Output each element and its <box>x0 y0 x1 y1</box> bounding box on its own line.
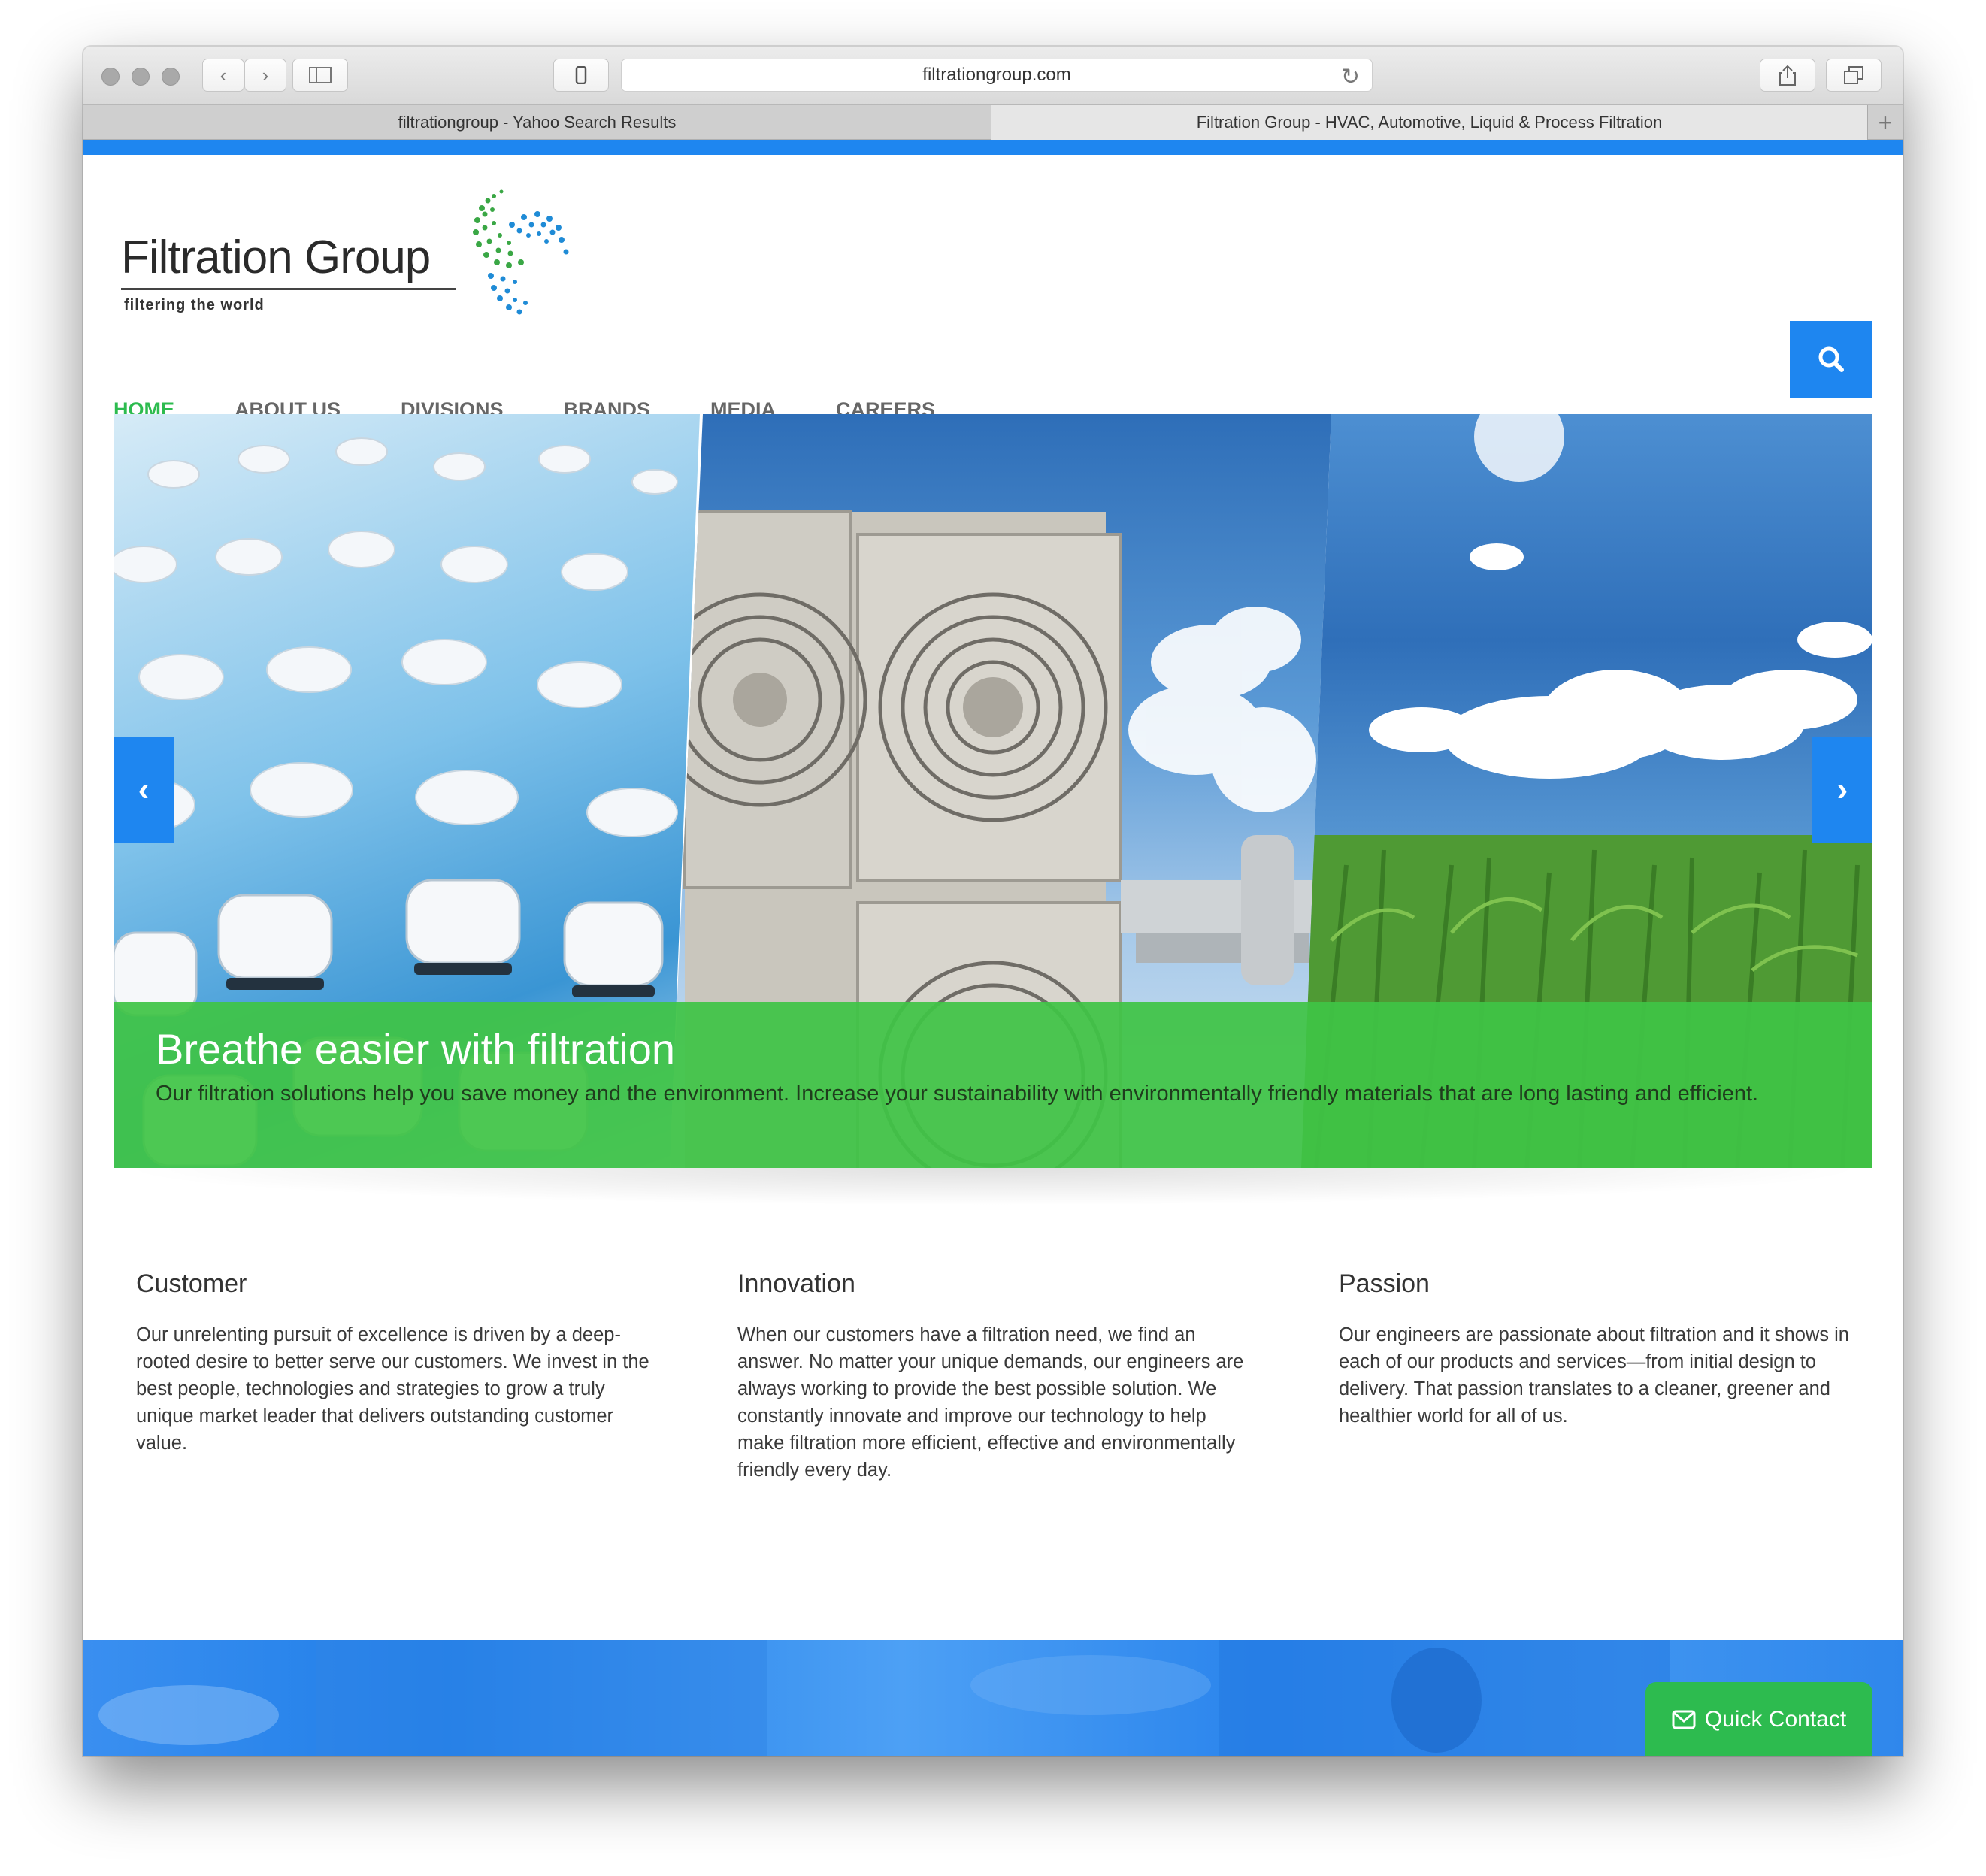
reload-icon[interactable]: ↻ <box>1341 64 1360 90</box>
feature-passion: Passion Our engineers are passionate abo… <box>1339 1269 1857 1430</box>
feature-title: Innovation <box>737 1269 855 1298</box>
zoom-window-button[interactable] <box>162 68 180 86</box>
browser-window: ‹ › filtrationgroup.com ↻ filtrationgrou… <box>83 47 1903 1756</box>
slider-prev-button[interactable]: ‹ <box>114 737 174 843</box>
feature-title: Passion <box>1339 1269 1430 1298</box>
chevron-right-icon: › <box>1836 771 1848 808</box>
sidebar-button[interactable] <box>292 59 348 92</box>
share-icon <box>1779 65 1796 86</box>
feature-text: When our customers have a filtration nee… <box>737 1324 1244 1481</box>
quick-contact-label: Quick Contact <box>1704 1707 1847 1732</box>
feature-text: Our engineers are passionate about filtr… <box>1339 1324 1849 1427</box>
hero-text: Our filtration solutions help you save m… <box>156 1082 1759 1106</box>
tab-filtration-group[interactable]: Filtration Group - HVAC, Automotive, Liq… <box>991 105 1868 140</box>
slider-next-button[interactable]: › <box>1812 737 1872 843</box>
site-logo[interactable]: Filtration Group filtering the world <box>121 178 610 328</box>
search-icon <box>1818 346 1844 372</box>
hero-shadow <box>114 1168 1872 1206</box>
feature-innovation: Innovation When our customers have a fil… <box>737 1269 1256 1484</box>
new-tab-button[interactable]: + <box>1868 105 1903 140</box>
logo-swirl-icon <box>473 189 569 315</box>
hero-title: Breathe easier with filtration <box>156 1025 676 1073</box>
tabs-icon <box>1844 66 1863 84</box>
tab-bar: filtrationgroup - Yahoo Search Results F… <box>83 105 1903 140</box>
device-icon <box>575 66 587 84</box>
quick-contact-button[interactable]: Quick Contact <box>1645 1682 1872 1756</box>
tab-yahoo-search[interactable]: filtrationgroup - Yahoo Search Results <box>83 105 991 140</box>
share-button[interactable] <box>1760 59 1815 92</box>
address-bar[interactable]: filtrationgroup.com ↻ <box>621 59 1373 92</box>
feature-customer: Customer Our unrelenting pursuit of exce… <box>136 1269 655 1457</box>
reader-button[interactable] <box>553 59 609 92</box>
search-button[interactable] <box>1790 321 1872 398</box>
feature-text: Our unrelenting pursuit of excellence is… <box>136 1324 649 1454</box>
tab-overview-button[interactable] <box>1826 59 1882 92</box>
browser-toolbar: ‹ › filtrationgroup.com ↻ <box>83 47 1903 105</box>
forward-button[interactable]: › <box>244 59 286 92</box>
logo-underline <box>121 288 456 290</box>
hero-caption: Breathe easier with filtration Our filtr… <box>114 1002 1872 1168</box>
chevron-left-icon: ‹ <box>138 771 150 808</box>
chevron-left-icon: ‹ <box>219 63 227 86</box>
envelope-icon <box>1672 1710 1696 1729</box>
feature-title: Customer <box>136 1269 247 1298</box>
url-text: filtrationgroup.com <box>922 65 1071 85</box>
close-window-button[interactable] <box>101 68 120 86</box>
sidebar-icon <box>309 67 332 83</box>
back-button[interactable]: ‹ <box>202 59 244 92</box>
top-accent-stripe <box>83 140 1903 155</box>
logo-wordmark: Filtration Group <box>121 231 431 283</box>
minimize-window-button[interactable] <box>132 68 150 86</box>
footer-image-band <box>83 1640 1903 1756</box>
logo-tagline: filtering the world <box>124 297 265 313</box>
tab-label: filtrationgroup - Yahoo Search Results <box>398 113 677 132</box>
footer-band-imagery <box>98 1640 1670 1756</box>
tab-label: Filtration Group - HVAC, Automotive, Liq… <box>1196 113 1663 132</box>
chevron-right-icon: › <box>262 63 269 86</box>
hero-slider: ‹ › Breathe easier with filtration Our f… <box>114 414 1872 1168</box>
